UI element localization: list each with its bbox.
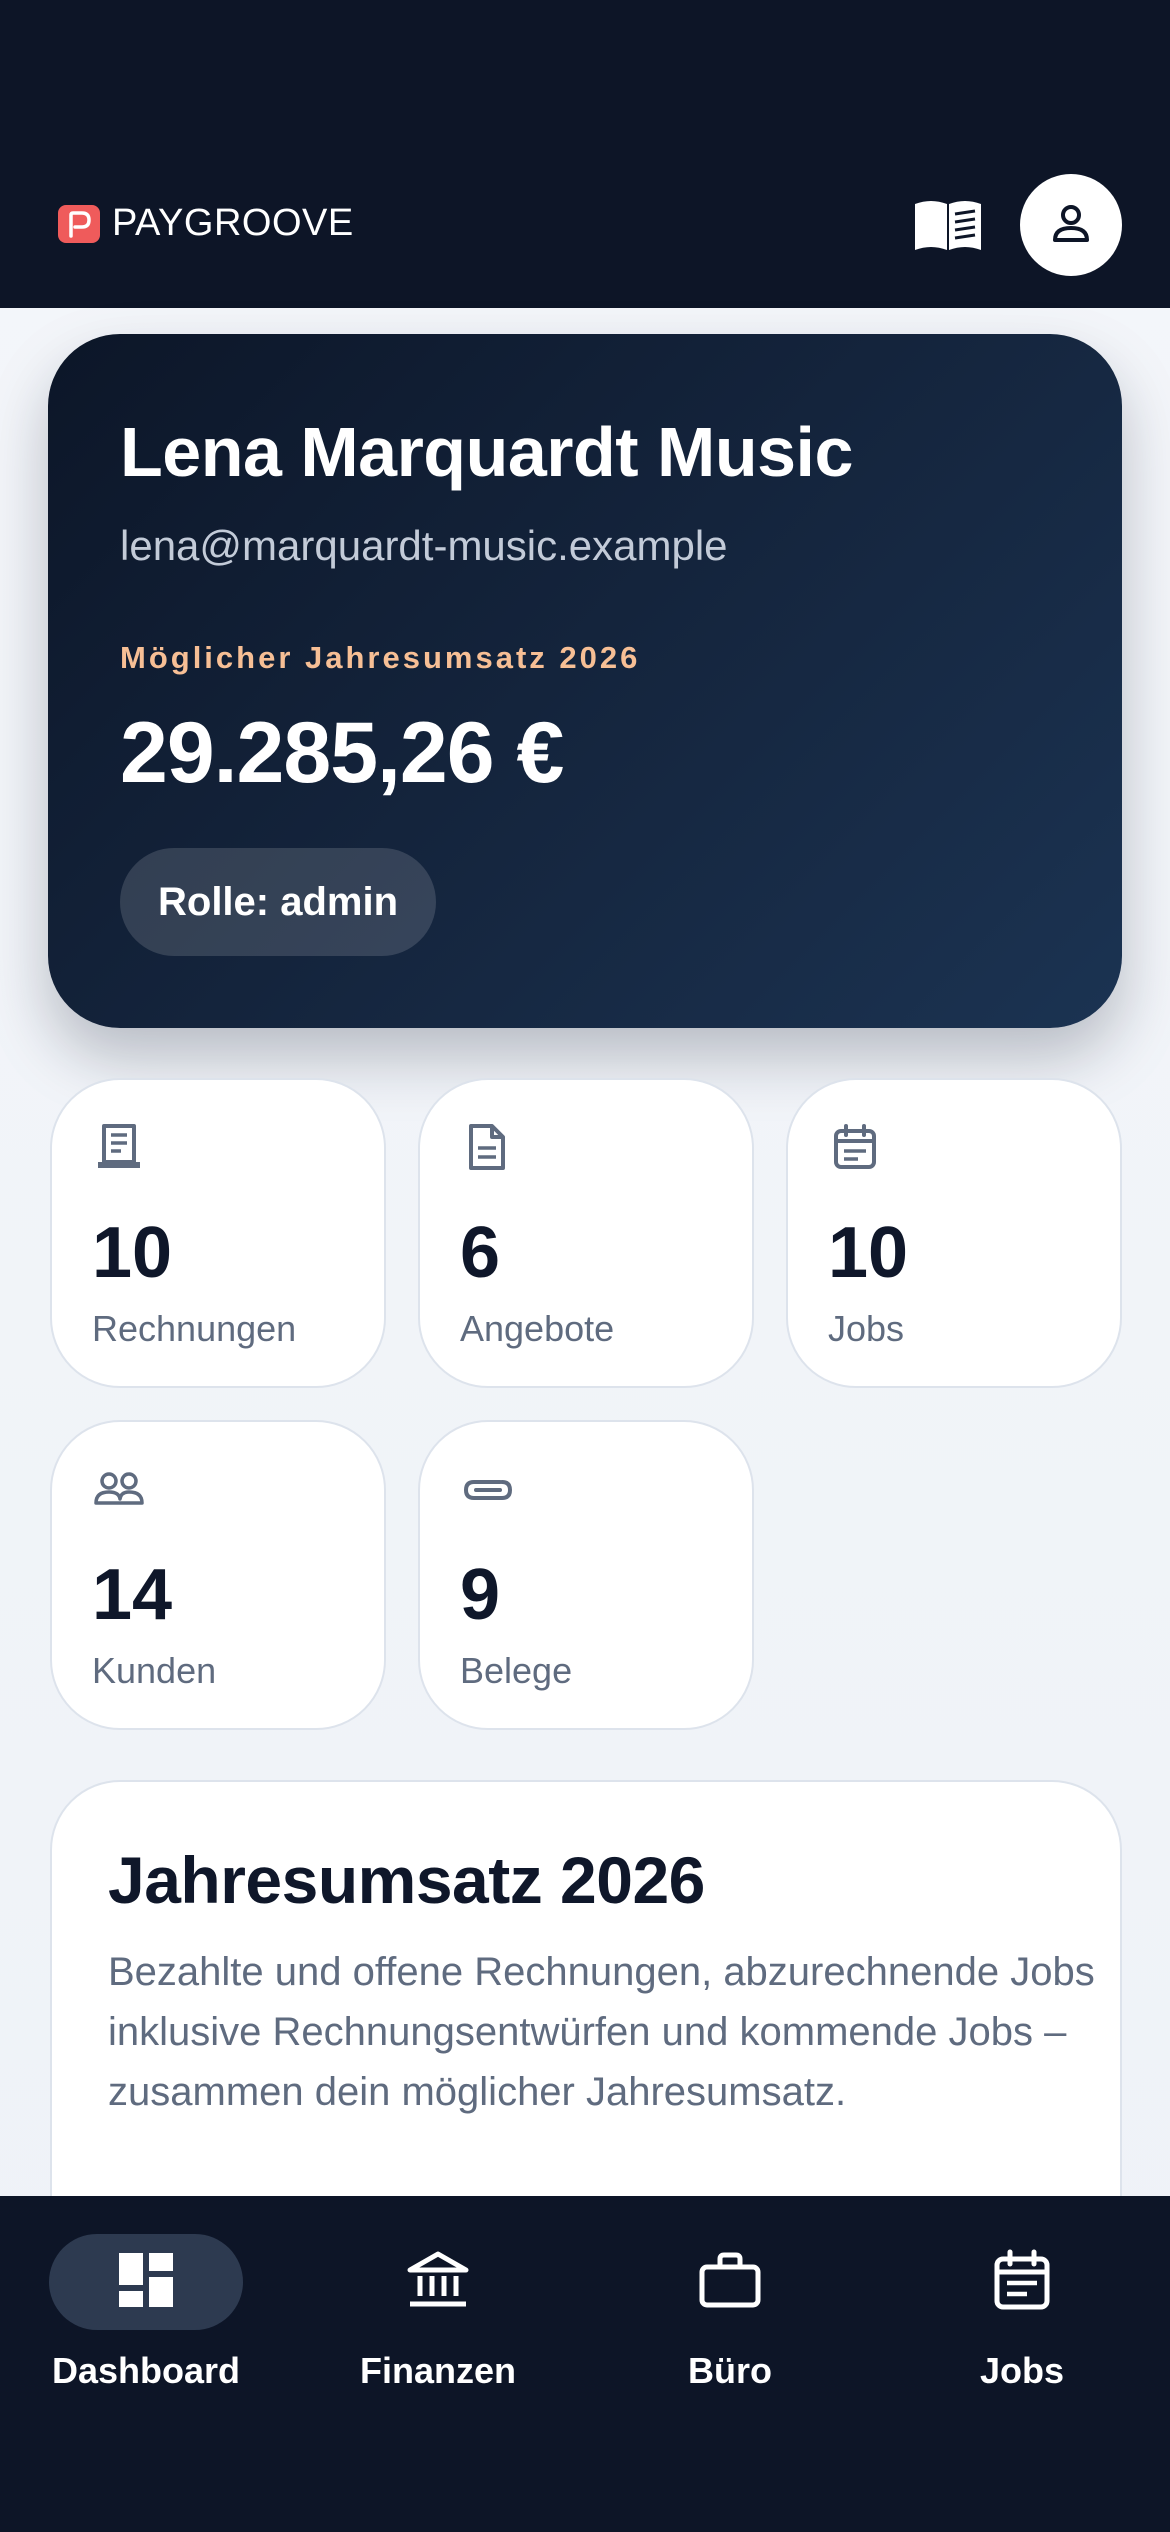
stat-value: 14 xyxy=(92,1555,173,1635)
dashboard-screen: PAYGROOVE Lena Marquardt Music lena@marq… xyxy=(0,0,1170,2532)
stat-tile-invoices[interactable]: 10 Rechnungen xyxy=(50,1078,386,1388)
calendar-icon xyxy=(993,2249,1051,2316)
stat-label: Angebote xyxy=(460,1308,615,1349)
bottom-navigation: Dashboard Finanzen Büro Jobs xyxy=(0,2196,1170,2532)
paperclip-icon xyxy=(460,1462,514,1516)
stat-tile-jobs[interactable]: 10 Jobs xyxy=(786,1078,1122,1388)
stat-value: 10 xyxy=(828,1213,909,1293)
account-email: lena@marquardt-music.example xyxy=(120,522,728,569)
stat-label: Jobs xyxy=(828,1308,905,1349)
account-summary-card: Lena Marquardt Music lena@marquardt-musi… xyxy=(48,334,1122,1028)
document-icon xyxy=(460,1120,514,1174)
stat-value: 9 xyxy=(460,1555,501,1635)
logo-mark-icon xyxy=(58,204,100,243)
bank-icon xyxy=(406,2250,470,2315)
stat-value: 10 xyxy=(92,1213,173,1293)
nav-active-indicator xyxy=(49,2234,243,2330)
stat-label: Kunden xyxy=(92,1650,217,1691)
briefcase-icon xyxy=(698,2251,762,2314)
calendar-icon xyxy=(828,1120,882,1174)
account-name: Lena Marquardt Music xyxy=(120,413,853,491)
user-icon xyxy=(1051,203,1091,248)
stat-tile-customers[interactable]: 14 Kunden xyxy=(50,1420,386,1730)
dashboard-icon xyxy=(117,2251,175,2314)
stat-label: Belege xyxy=(460,1650,573,1691)
nav-item-jobs[interactable]: Jobs xyxy=(876,2234,1168,2404)
nav-item-buero[interactable]: Büro xyxy=(584,2234,876,2404)
users-icon xyxy=(92,1462,146,1516)
nav-label: Jobs xyxy=(979,2350,1065,2391)
brand-name: PAYGROOVE xyxy=(112,202,354,244)
manual-button[interactable] xyxy=(910,196,986,256)
brand-logo[interactable]: PAYGROOVE xyxy=(58,202,354,245)
nav-label: Dashboard xyxy=(51,2350,241,2391)
stat-value: 6 xyxy=(460,1213,501,1293)
nav-label: Finanzen xyxy=(359,2350,516,2391)
revenue-description: Bezahlte und offene Rechnungen, abzurech… xyxy=(108,1950,1095,2114)
forecast-label: Möglicher Jahresumsatz 2026 xyxy=(120,640,641,675)
role-badge: Rolle: admin xyxy=(120,848,437,956)
profile-button[interactable] xyxy=(1020,174,1122,276)
stat-tile-receipts[interactable]: 9 Belege xyxy=(418,1420,754,1730)
revenue-title: Jahresumsatz 2026 xyxy=(108,1843,705,1917)
stat-tile-offers[interactable]: 6 Angebote xyxy=(418,1078,754,1388)
book-icon xyxy=(913,196,983,257)
nav-label: Büro xyxy=(688,2350,772,2391)
top-bar: PAYGROOVE xyxy=(0,0,1170,308)
nav-item-finanzen[interactable]: Finanzen xyxy=(292,2234,584,2404)
stat-label: Rechnungen xyxy=(92,1308,297,1349)
forecast-amount: 29.285,26 € xyxy=(120,705,564,801)
nav-item-dashboard[interactable]: Dashboard xyxy=(0,2234,292,2404)
receipt-icon xyxy=(92,1120,146,1174)
